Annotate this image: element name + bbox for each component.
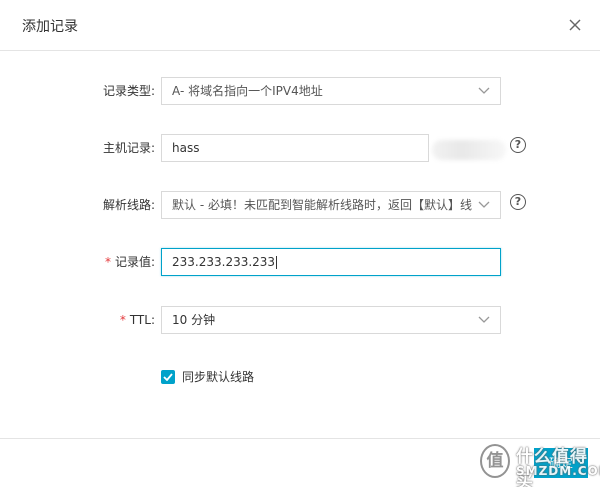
chevron-down-icon (478, 316, 490, 323)
ttl-label: * TTL: (10, 307, 155, 333)
required-mark: * (104, 255, 111, 269)
sync-default-checkbox[interactable] (161, 370, 175, 384)
resolution-line-value: 默认 - 必填！未匹配到智能解析线路时，返回【默认】线路... (172, 198, 472, 212)
host-record-value: hass (172, 141, 200, 155)
record-value-value: 233.233.233.233 (172, 255, 276, 269)
record-value-text: 233.233.233.233 (172, 249, 278, 275)
watermark-logo: 值 (480, 444, 510, 478)
required-mark: * (119, 313, 126, 327)
resolution-line-label: 解析线路: (102, 198, 155, 212)
host-record-label: 主机记录: (102, 141, 155, 155)
record-value-input[interactable]: 233.233.233.233 (161, 248, 501, 276)
footer-divider (0, 438, 600, 439)
chevron-down-icon (478, 87, 490, 94)
ttl-label-text: TTL: (129, 313, 155, 327)
help-icon[interactable]: ? (510, 194, 526, 210)
record-type-value: A- 将域名指向一个IPV4地址 (172, 84, 323, 98)
host-record-input[interactable]: hass (161, 134, 429, 162)
record-type-select[interactable]: A- 将域名指向一个IPV4地址 (161, 77, 501, 105)
record-type-label: 记录类型: (102, 84, 155, 98)
resolution-line-select[interactable]: 默认 - 必填！未匹配到智能解析线路时，返回【默认】线路... (161, 191, 501, 219)
check-icon (163, 373, 173, 381)
ttl-select[interactable]: 10 分钟 (161, 306, 501, 334)
help-icon[interactable]: ? (510, 137, 526, 153)
redacted-domain (432, 140, 506, 160)
dialog-title: 添加记录 (22, 19, 78, 35)
record-value-label: * 记录值: (10, 249, 155, 275)
close-icon[interactable] (566, 16, 584, 34)
confirm-button[interactable]: 确定 (534, 448, 588, 478)
sync-default-label[interactable]: 同步默认线路 (182, 368, 254, 386)
text-caret (276, 256, 278, 269)
chevron-down-icon (478, 201, 490, 208)
record-value-label-text: 记录值: (114, 255, 155, 269)
add-record-dialog: 添加记录 记录类型: A- 将域名指向一个IPV4地址 主机记录: hass ?… (0, 0, 600, 487)
dialog-header: 添加记录 (0, 0, 600, 51)
ttl-value: 10 分钟 (172, 313, 216, 327)
